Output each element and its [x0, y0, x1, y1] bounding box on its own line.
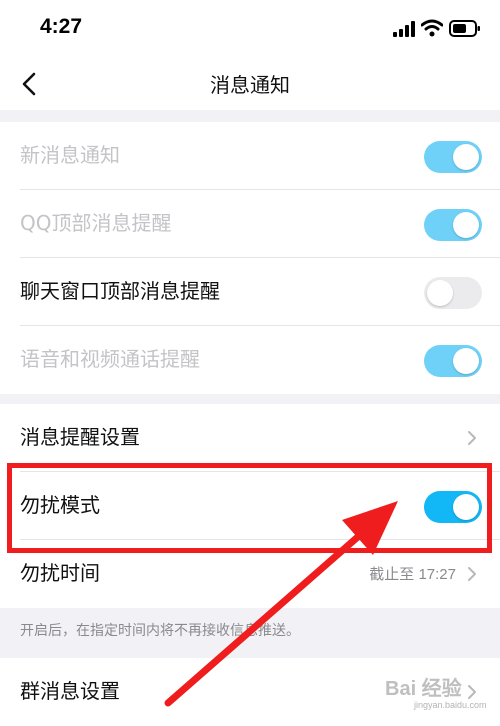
row-label: 语音和视频通话提醒 — [20, 347, 200, 371]
new-message-notification-toggle[interactable] — [424, 141, 482, 173]
voice-video-call-alert-toggle[interactable] — [424, 345, 482, 377]
wifi-icon — [421, 19, 443, 37]
row-label: 消息提醒设置 — [20, 425, 140, 449]
do-not-disturb-toggle[interactable] — [424, 491, 482, 523]
toggle-knob — [453, 494, 479, 520]
notification-toggles-group: 新消息通知 QQ顶部消息提醒 聊天窗口顶部消息提醒 语音和视频通话提醒 — [0, 122, 500, 394]
row-label: QQ顶部消息提醒 — [20, 211, 172, 235]
watermark-url: jingyan.baidu.com — [414, 700, 487, 710]
signal-icon — [393, 21, 415, 37]
toggle-knob — [453, 144, 479, 170]
row-label: 勿扰时间 — [20, 561, 100, 585]
row-qq-top-message-alert[interactable]: QQ顶部消息提醒 — [0, 190, 500, 258]
row-do-not-disturb-time[interactable]: 勿扰时间 截止至 17:27 — [0, 540, 500, 608]
status-time: 4:27 — [40, 15, 83, 38]
chevron-right-icon — [468, 431, 476, 445]
toggle-knob — [427, 280, 453, 306]
row-message-reminder-settings[interactable]: 消息提醒设置 — [0, 404, 500, 472]
chevron-right-icon — [468, 685, 476, 699]
message-reminder-group: 消息提醒设置 勿扰模式 勿扰时间 截止至 17:27 — [0, 404, 500, 608]
row-label: 群消息设置 — [20, 679, 120, 703]
row-label: 勿扰模式 — [20, 493, 100, 517]
row-do-not-disturb-mode[interactable]: 勿扰模式 — [0, 472, 500, 540]
watermark: Bai 经验 — [385, 678, 462, 700]
chevron-right-icon — [468, 567, 476, 581]
row-label: 新消息通知 — [20, 143, 120, 167]
nav-bar: 消息通知 — [0, 58, 500, 110]
page-title: 消息通知 — [210, 73, 290, 97]
chat-window-top-alert-toggle[interactable] — [424, 277, 482, 309]
battery-icon — [449, 20, 480, 37]
row-chat-window-top-alert[interactable]: 聊天窗口顶部消息提醒 — [0, 258, 500, 326]
do-not-disturb-time-value: 截止至 17:27 — [369, 566, 456, 583]
status-bar: 4:27 — [0, 0, 500, 58]
row-new-message-notification[interactable]: 新消息通知 — [0, 122, 500, 190]
do-not-disturb-hint: 开启后，在指定时间内将不再接收信息推送。 — [20, 623, 300, 639]
toggle-knob — [453, 212, 479, 238]
row-voice-video-call-alert[interactable]: 语音和视频通话提醒 — [0, 326, 500, 394]
qq-top-message-alert-toggle[interactable] — [424, 209, 482, 241]
row-label: 聊天窗口顶部消息提醒 — [20, 279, 220, 303]
toggle-knob — [453, 348, 479, 374]
